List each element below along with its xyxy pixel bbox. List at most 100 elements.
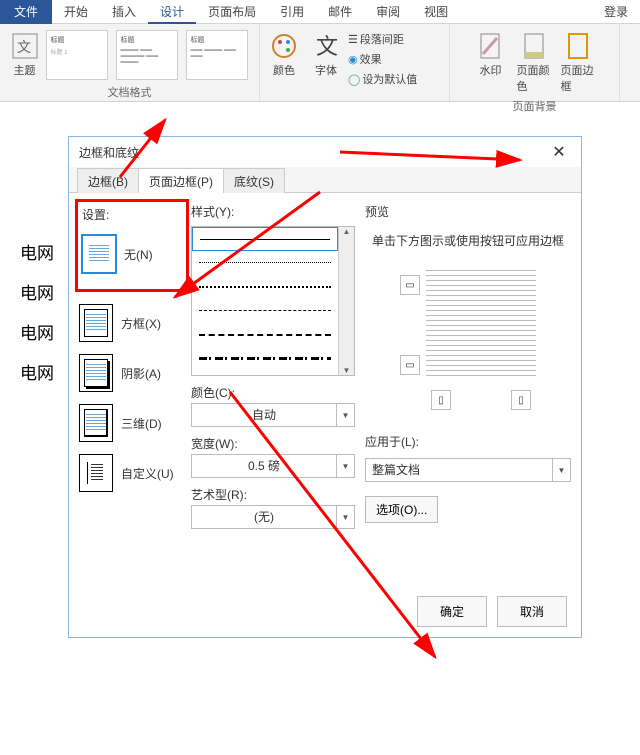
preset-label: 无(N) <box>124 246 153 263</box>
preset-box-icon <box>79 304 113 342</box>
cancel-button[interactable]: 取消 <box>497 596 567 627</box>
watermark-button[interactable]: 水印 <box>471 28 511 80</box>
options-button[interactable]: 选项(O)... <box>365 496 438 523</box>
paragraph-spacing-button[interactable]: ☰段落间距 <box>348 30 417 48</box>
fonts-icon: 文 <box>310 30 342 62</box>
tab-shading[interactable]: 底纹(S) <box>223 168 285 193</box>
preset-none[interactable]: 无(N) <box>82 235 182 273</box>
combo-value: (无) <box>192 506 336 528</box>
dialog-title-bar: 边框和底纹 ✕ <box>69 137 581 167</box>
page-border-button[interactable]: 页面边框 <box>559 28 599 96</box>
login-link[interactable]: 登录 <box>592 3 640 20</box>
borders-shading-dialog: 边框和底纹 ✕ 边框(B) 页面边框(P) 底纹(S) 设置: 无(N) 方框(… <box>68 136 582 638</box>
tab-mail[interactable]: 邮件 <box>316 0 364 24</box>
tab-view[interactable]: 视图 <box>412 0 460 24</box>
themes-icon: 文 <box>9 30 41 62</box>
style-column: 样式(Y): ▲▼ 颜色(C): 自动▼ 宽度(W): 0.5 磅▼ 艺术型(R… <box>185 203 355 586</box>
chevron-down-icon[interactable]: ▼ <box>336 455 354 477</box>
group-label-docformat: 文档格式 <box>108 82 152 102</box>
preset-label: 方框(X) <box>121 315 161 332</box>
style-item[interactable] <box>192 227 338 251</box>
color-combo[interactable]: 自动▼ <box>191 403 355 427</box>
spacing-icon: ☰ <box>348 33 358 46</box>
tab-page-border[interactable]: 页面边框(P) <box>138 168 224 193</box>
chevron-down-icon[interactable]: ▼ <box>552 459 570 481</box>
dialog-title: 边框和底纹 <box>79 144 139 161</box>
combo-value: 自动 <box>192 404 336 426</box>
ok-button[interactable]: 确定 <box>417 596 487 627</box>
page-color-button[interactable]: 页面颜色 <box>515 28 555 96</box>
effects-button[interactable]: ◉效果 <box>348 50 417 68</box>
preview-label: 预览 <box>365 203 571 220</box>
preset-custom[interactable]: 自定义(U) <box>79 454 185 492</box>
ribbon: 文件 开始 插入 设计 页面布局 引用 邮件 审阅 视图 登录 文 主题 标题标… <box>0 0 640 102</box>
dialog-tabs: 边框(B) 页面边框(P) 底纹(S) <box>69 167 581 193</box>
preview-hint: 单击下方图示或使用按钮可应用边框 <box>365 226 571 255</box>
group-label-pagebg: 页面背景 <box>513 96 557 116</box>
tab-insert[interactable]: 插入 <box>100 0 148 24</box>
themes-button[interactable]: 文 主题 <box>10 28 40 80</box>
preset-shadow[interactable]: 阴影(A) <box>79 354 185 392</box>
dialog-footer: 确定 取消 <box>69 586 581 637</box>
svg-text:文: 文 <box>17 39 31 55</box>
watermark-icon <box>475 30 507 62</box>
art-combo[interactable]: (无)▼ <box>191 505 355 529</box>
border-top-toggle[interactable]: ▭ <box>400 275 420 295</box>
set-default-button[interactable]: ◯设为默认值 <box>348 70 417 88</box>
settings-label: 设置: <box>82 206 182 223</box>
tab-layout[interactable]: 页面布局 <box>196 0 268 24</box>
apply-to-combo[interactable]: 整篇文档▼ <box>365 458 571 482</box>
body-text: 电网 <box>20 359 54 384</box>
tab-design[interactable]: 设计 <box>148 0 196 24</box>
body-text: 电网 <box>20 239 54 264</box>
style-listbox[interactable]: ▲▼ <box>191 226 355 376</box>
style-item[interactable] <box>192 299 338 323</box>
tab-home[interactable]: 开始 <box>52 0 100 24</box>
style-item[interactable] <box>192 275 338 299</box>
tab-review[interactable]: 审阅 <box>364 0 412 24</box>
annotation-highlight: 设置: 无(N) <box>75 199 189 292</box>
ribbon-body: 文 主题 标题标题 1 标题▬▬▬ ▬▬ ▬▬▬▬ ▬▬ ▬▬▬ 标题▬▬ ▬▬… <box>0 24 640 102</box>
width-label: 宽度(W): <box>191 435 355 452</box>
preset-custom-icon <box>79 454 113 492</box>
preset-label: 阴影(A) <box>121 365 161 382</box>
preview-page[interactable] <box>426 270 536 380</box>
preset-box[interactable]: 方框(X) <box>79 304 185 342</box>
preview-column: 预览 单击下方图示或使用按钮可应用边框 ▭ ▭ ▯ ▯ 应用于(L): 整篇文档… <box>355 203 571 586</box>
border-bottom-toggle[interactable]: ▭ <box>400 355 420 375</box>
tab-references[interactable]: 引用 <box>268 0 316 24</box>
colors-button[interactable]: 颜色 <box>264 28 304 80</box>
check-icon: ◯ <box>348 73 360 86</box>
tab-file[interactable]: 文件 <box>0 0 52 24</box>
chevron-down-icon[interactable]: ▼ <box>336 506 354 528</box>
chevron-down-icon[interactable]: ▼ <box>336 404 354 426</box>
style-set-thumb[interactable]: 标题▬▬ ▬▬▬ ▬▬ ▬▬ <box>186 30 248 80</box>
preset-label: 自定义(U) <box>121 465 174 482</box>
style-item[interactable] <box>192 323 338 347</box>
page-color-icon <box>519 30 551 62</box>
scroll-down-icon[interactable]: ▼ <box>343 366 351 375</box>
color-label: 颜色(C): <box>191 384 355 401</box>
style-item[interactable] <box>192 347 338 371</box>
tab-border[interactable]: 边框(B) <box>77 168 139 193</box>
fonts-button[interactable]: 文字体 <box>306 28 346 80</box>
settings-column: 设置: 无(N) 方框(X) 阴影(A) 三维(D) 自定义(U) <box>79 203 185 586</box>
ribbon-tabs: 文件 开始 插入 设计 页面布局 引用 邮件 审阅 视图 登录 <box>0 0 640 24</box>
style-set-thumb[interactable]: 标题▬▬▬ ▬▬ ▬▬▬▬ ▬▬ ▬▬▬ <box>116 30 178 80</box>
width-combo[interactable]: 0.5 磅▼ <box>191 454 355 478</box>
style-set-thumb[interactable]: 标题标题 1 <box>46 30 108 80</box>
preset-3d[interactable]: 三维(D) <box>79 404 185 442</box>
palette-icon <box>268 30 300 62</box>
scroll-up-icon[interactable]: ▲ <box>343 227 351 236</box>
combo-value: 整篇文档 <box>366 459 552 481</box>
preset-3d-icon <box>79 404 113 442</box>
body-text: 电网 <box>20 319 54 344</box>
scrollbar[interactable]: ▲▼ <box>338 227 354 375</box>
style-label: 样式(Y): <box>191 203 355 220</box>
svg-text:文: 文 <box>316 34 338 59</box>
border-right-toggle[interactable]: ▯ <box>511 390 531 410</box>
style-item[interactable] <box>192 251 338 275</box>
close-button[interactable]: ✕ <box>547 140 571 164</box>
body-text: 电网 <box>20 279 54 304</box>
border-left-toggle[interactable]: ▯ <box>431 390 451 410</box>
